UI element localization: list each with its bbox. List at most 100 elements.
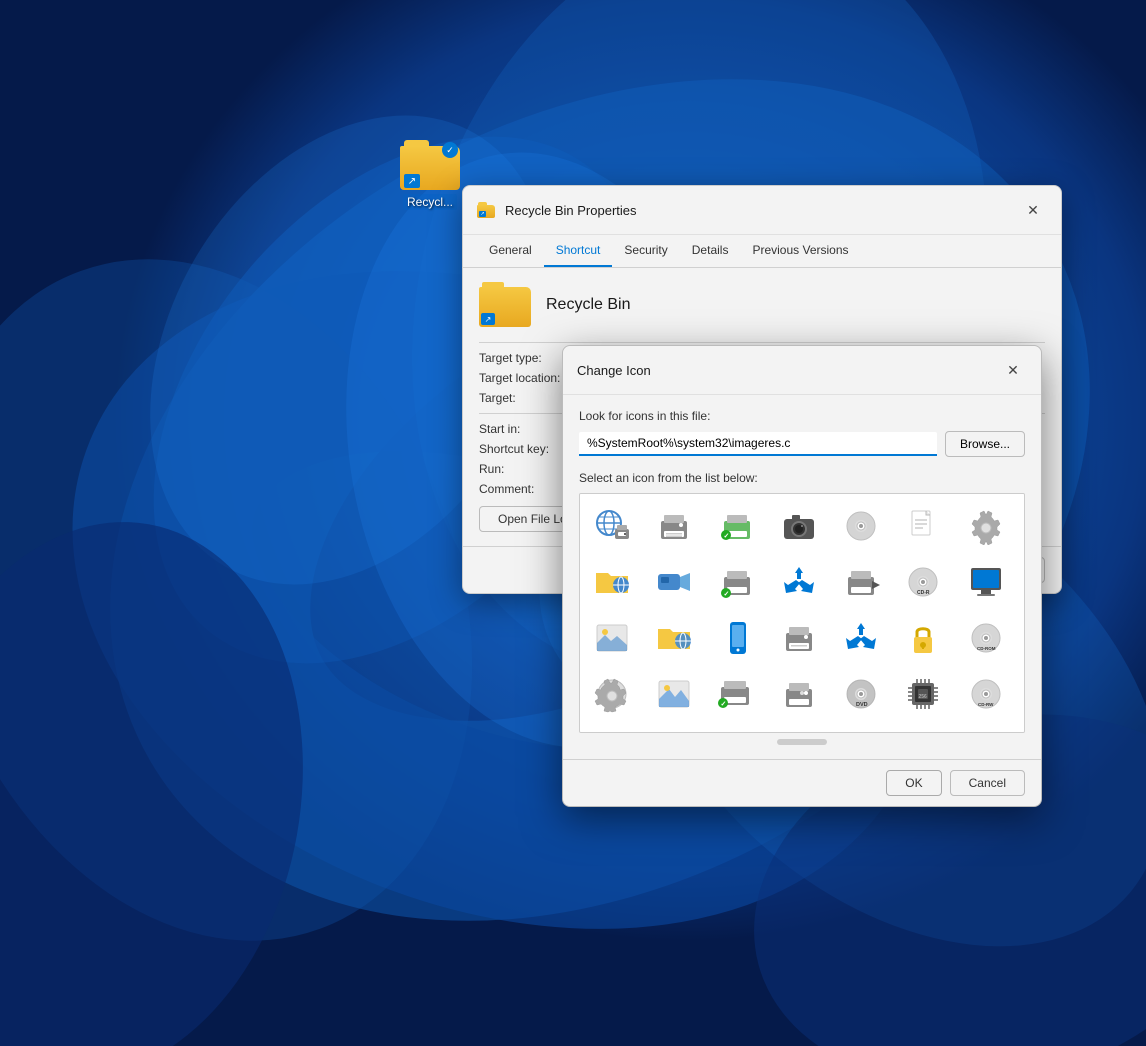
- printer1-icon: [655, 507, 693, 545]
- change-icon-content: Look for icons in this file: Browse... S…: [563, 395, 1041, 759]
- svg-text:✓: ✓: [723, 591, 729, 598]
- gear2-icon: [593, 675, 631, 713]
- svg-text:✓: ✓: [723, 533, 729, 540]
- svg-text:✓: ✓: [720, 701, 726, 708]
- tab-details[interactable]: Details: [680, 235, 741, 267]
- folder-arrow-badge: ↗: [404, 174, 420, 188]
- icon-cell-printer4[interactable]: [773, 612, 825, 664]
- icon-cell-picture1[interactable]: [586, 612, 638, 664]
- file-path-label: Look for icons in this file:: [579, 409, 1025, 423]
- camera-icon: [780, 507, 818, 545]
- icon-cell-recycle2[interactable]: [835, 612, 887, 664]
- icon-cell-cd-r[interactable]: CD-R: [897, 556, 949, 608]
- printer-check-icon: ✓: [718, 507, 756, 545]
- icon-cell-gear2[interactable]: [586, 668, 638, 720]
- browse-button[interactable]: Browse...: [945, 431, 1025, 457]
- shortcut-icon-row: ↗ Recycle Bin: [479, 282, 1045, 328]
- video-camera-icon: [655, 563, 693, 601]
- printer6-icon: [780, 675, 818, 713]
- icon-grid-scrollbar[interactable]: [777, 739, 827, 745]
- cd-rom-icon: CD-ROM: [967, 619, 1005, 657]
- properties-title-icon: ↗: [477, 202, 497, 218]
- icon-cell-cd-rw[interactable]: CD-RW: [960, 668, 1012, 720]
- picture2-icon: [655, 675, 693, 713]
- icon-cell-chip[interactable]: 256: [897, 668, 949, 720]
- item-name: Recycle Bin: [546, 296, 630, 314]
- printer-check3-icon: ✓: [718, 675, 756, 713]
- icon-cell-globe-printer[interactable]: [586, 500, 638, 552]
- svg-text:CD-R: CD-R: [917, 590, 930, 596]
- tab-shortcut[interactable]: Shortcut: [544, 235, 613, 267]
- icon-cell-recycle1[interactable]: [773, 556, 825, 608]
- tab-security[interactable]: Security: [612, 235, 679, 267]
- dvd-icon: DVD: [842, 675, 880, 713]
- shortcut-folder-icon: ↗: [479, 282, 534, 328]
- change-icon-close-button[interactable]: ✕: [999, 356, 1027, 384]
- lock-icon: [904, 619, 942, 657]
- printer4-icon: [780, 619, 818, 657]
- svg-text:DVD: DVD: [856, 702, 868, 708]
- icon-cell-lock[interactable]: [897, 612, 949, 664]
- icon-cell-video-camera[interactable]: [648, 556, 700, 608]
- icon-cell-cd1[interactable]: [835, 500, 887, 552]
- icon-cell-printer-check2[interactable]: ✓: [711, 556, 763, 608]
- icon-cell-printer-check[interactable]: ✓: [711, 500, 763, 552]
- cd-rw-icon: CD-RW: [967, 675, 1005, 713]
- file-path-row: Browse...: [579, 431, 1025, 457]
- monitor1-icon: [967, 563, 1005, 601]
- recycle2-icon: [842, 619, 880, 657]
- properties-titlebar: ↗ Recycle Bin Properties ✕: [463, 186, 1061, 235]
- icon-cell-monitor1[interactable]: [960, 556, 1012, 608]
- cd1-icon: [842, 507, 880, 545]
- icon-cell-printer-check3[interactable]: ✓: [711, 668, 763, 720]
- properties-close-button[interactable]: ✕: [1019, 196, 1047, 224]
- icon-cell-gear1[interactable]: [960, 500, 1012, 552]
- file-path-input[interactable]: [579, 432, 937, 456]
- svg-text:CD-RW: CD-RW: [978, 702, 994, 707]
- document-icon: [904, 507, 942, 545]
- icon-cell-folder-globe2[interactable]: [648, 612, 700, 664]
- icon-cell-camera[interactable]: [773, 500, 825, 552]
- icon-cell-gear3[interactable]: [586, 724, 638, 733]
- sf-arrow: ↗: [481, 313, 495, 325]
- icon-cell-printer-arrow[interactable]: [835, 556, 887, 608]
- properties-tabs: General Shortcut Security Details Previo…: [463, 235, 1061, 268]
- folder-globe-icon: [593, 563, 631, 601]
- change-icon-cancel-button[interactable]: Cancel: [950, 770, 1025, 796]
- phone-icon: [718, 619, 756, 657]
- icon-list-label: Select an icon from the list below:: [579, 471, 1025, 485]
- gear1-icon: [967, 507, 1005, 545]
- icon-grid: ✓: [579, 493, 1025, 733]
- gear3-icon: [593, 731, 631, 733]
- icon-cell-picture2[interactable]: [648, 668, 700, 720]
- printer-arrow-icon: [842, 563, 880, 601]
- icon-cell-phone[interactable]: [711, 612, 763, 664]
- icon-cell-printer6[interactable]: [773, 668, 825, 720]
- chip-icon: 256: [904, 675, 942, 713]
- icon-cell-cd-rom[interactable]: CD-ROM: [960, 612, 1012, 664]
- change-icon-titlebar: Change Icon ✕: [563, 346, 1041, 395]
- globe-printer-icon: [593, 507, 631, 545]
- recycle1-icon: [780, 563, 818, 601]
- change-icon-title: Change Icon: [577, 363, 999, 378]
- tab-general[interactable]: General: [477, 235, 544, 267]
- properties-window-title: Recycle Bin Properties: [505, 203, 1019, 218]
- icon-cell-picture3[interactable]: [648, 724, 700, 733]
- cd-r-icon: CD-R: [904, 563, 942, 601]
- icon-cell-printer7[interactable]: [711, 724, 763, 733]
- icon-cell-dvd[interactable]: DVD: [835, 668, 887, 720]
- change-icon-ok-button[interactable]: OK: [886, 770, 941, 796]
- folder-globe2-icon: [655, 619, 693, 657]
- printer-check2-icon: ✓: [718, 563, 756, 601]
- recycle-bin-desktop-icon[interactable]: ↗ ✓ Recycl...: [390, 140, 470, 210]
- icon-cell-folder-globe[interactable]: [586, 556, 638, 608]
- checkmark-badge: ✓: [442, 142, 458, 158]
- change-icon-dialog: Change Icon ✕ Look for icons in this fil…: [562, 345, 1042, 807]
- recycle-bin-icon-graphic: ↗ ✓: [400, 140, 460, 190]
- divider1: [479, 342, 1045, 343]
- icon-cell-document[interactable]: [897, 500, 949, 552]
- svg-text:256: 256: [919, 694, 928, 700]
- icon-cell-printer1[interactable]: [648, 500, 700, 552]
- desktop-icon-label: Recycl...: [403, 194, 457, 210]
- tab-previous-versions[interactable]: Previous Versions: [740, 235, 860, 267]
